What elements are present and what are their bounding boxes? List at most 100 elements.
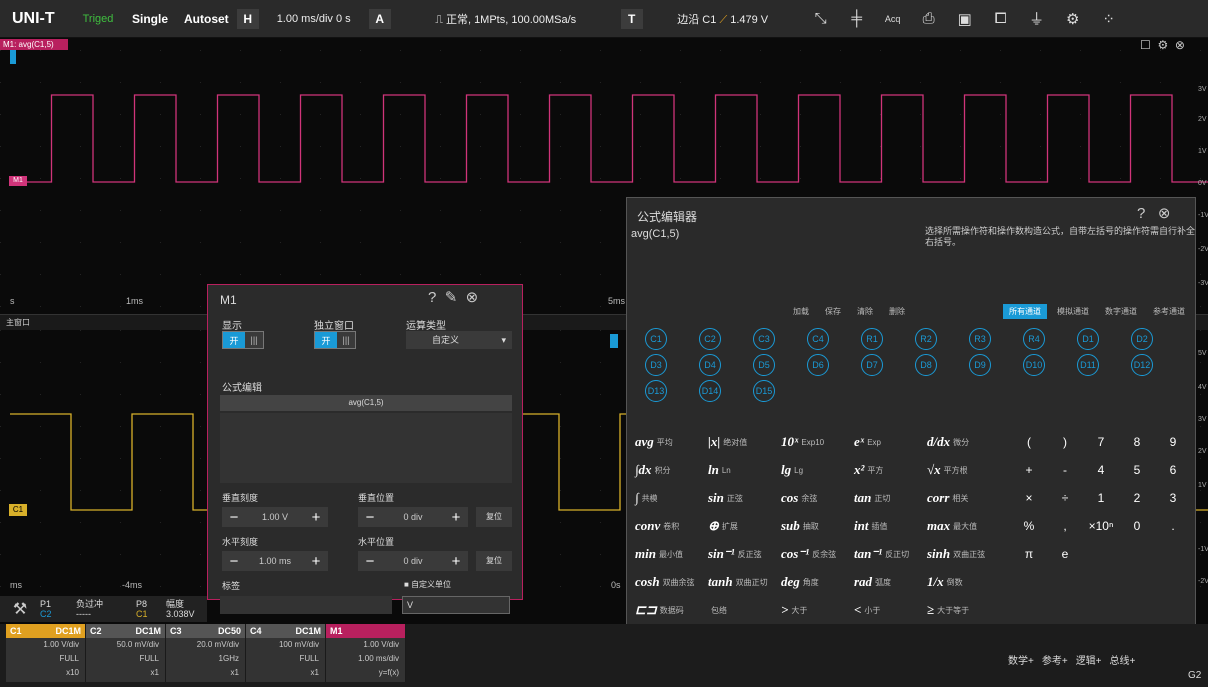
measure-tool-icon[interactable]: ⚒: [0, 599, 40, 619]
channel-box-c3[interactable]: C3 DC50 20.0 mV/div 1GHz x1: [166, 624, 246, 682]
p8-measure[interactable]: P8 C1: [136, 599, 166, 619]
function-button[interactable]: ln Ln: [708, 462, 781, 478]
function-button[interactable]: lg Lg: [781, 462, 854, 478]
keypad-key[interactable]: %: [1011, 519, 1047, 533]
function-button[interactable]: sin⁻¹ 反正弦: [708, 546, 781, 562]
cursor-icon[interactable]: ╪: [839, 0, 875, 38]
minus-button[interactable]: −: [222, 509, 246, 526]
channel-button[interactable]: D10: [1023, 354, 1045, 376]
channel-box-m1[interactable]: M1 1.00 V/div 1.00 ms/div y=f(x): [326, 624, 406, 682]
channel-button[interactable]: C4: [807, 328, 829, 350]
plus-button[interactable]: +: [304, 509, 328, 526]
keypad-key[interactable]: ): [1047, 435, 1083, 449]
function-button[interactable]: avg 平均: [635, 434, 708, 450]
plus-button[interactable]: +: [444, 509, 468, 526]
custom-unit-checkbox[interactable]: ■ 自定义单位: [404, 579, 451, 590]
function-button[interactable]: 1/x 倒数: [927, 574, 1000, 590]
channel-button[interactable]: D11: [1077, 354, 1099, 376]
function-button[interactable]: tan 正切: [854, 490, 927, 506]
keypad-key[interactable]: 6: [1155, 463, 1191, 477]
function-button[interactable]: > 大于: [781, 602, 854, 618]
close-icon[interactable]: ⊗: [466, 289, 479, 306]
channel-button[interactable]: D2: [1131, 328, 1153, 350]
keypad-key[interactable]: ×10ⁿ: [1083, 519, 1119, 533]
keypad-key[interactable]: 2: [1119, 491, 1155, 505]
channel-button[interactable]: D9: [969, 354, 991, 376]
timebase-readout[interactable]: 1.00 ms/div 0 s: [259, 13, 369, 25]
function-button[interactable]: max 最大值: [927, 518, 1000, 534]
acquire-icon[interactable]: Acq: [875, 0, 911, 38]
more-icon[interactable]: ⁘: [1091, 0, 1127, 38]
channel-button[interactable]: D15: [753, 380, 775, 402]
channel-button[interactable]: D1: [1077, 328, 1099, 350]
bottom-menu-item[interactable]: 数学+: [1008, 652, 1034, 667]
function-button[interactable]: cosh 双曲余弦: [635, 574, 708, 590]
keypad-key[interactable]: 7: [1083, 435, 1119, 449]
minus-button[interactable]: −: [222, 553, 246, 570]
autoset-button[interactable]: Autoset: [176, 12, 237, 26]
function-button[interactable]: cos 余弦: [781, 490, 854, 506]
measure-icon[interactable]: ⤡: [803, 0, 839, 38]
minus-button[interactable]: −: [358, 509, 382, 526]
function-button[interactable]: tan⁻¹ 反正切: [854, 546, 927, 562]
function-button[interactable]: sin 正弦: [708, 490, 781, 506]
channel-button[interactable]: D8: [915, 354, 937, 376]
channel-button[interactable]: R1: [861, 328, 883, 350]
editor-action-button[interactable]: 清除: [851, 304, 879, 319]
function-button[interactable]: rad 弧度: [854, 574, 927, 590]
keypad-key[interactable]: 0: [1119, 519, 1155, 533]
function-button[interactable]: deg 角度: [781, 574, 854, 590]
channel-button[interactable]: R4: [1023, 328, 1045, 350]
display-toggle[interactable]: 开 |||: [222, 331, 264, 349]
screenshot-icon[interactable]: ⧠: [983, 0, 1019, 38]
hpos-reset-button[interactable]: 复位: [476, 551, 512, 571]
channel-button[interactable]: D4: [699, 354, 721, 376]
channel-button[interactable]: R2: [915, 328, 937, 350]
keypad-key[interactable]: ×: [1011, 491, 1047, 505]
channel-button[interactable]: D5: [753, 354, 775, 376]
keypad-key[interactable]: (: [1011, 435, 1047, 449]
keypad-key[interactable]: ÷: [1047, 491, 1083, 505]
pin-icon[interactable]: ✎: [445, 289, 458, 306]
channel-button[interactable]: D12: [1131, 354, 1153, 376]
acquire-button[interactable]: A: [368, 8, 391, 29]
keypad-key[interactable]: 4: [1083, 463, 1119, 477]
keypad-key[interactable]: 9: [1155, 435, 1191, 449]
acquisition-readout[interactable]: ⎍ 正常, 1MPts, 100.00MSa/s: [391, 11, 621, 27]
editor-formula-field[interactable]: avg(C1,5): [627, 226, 917, 296]
print-icon[interactable]: ⎙: [911, 0, 947, 38]
keypad-key[interactable]: .: [1155, 519, 1191, 533]
channel-tab[interactable]: 参考通道: [1147, 304, 1191, 319]
function-button[interactable]: corr 相关: [927, 490, 1000, 506]
function-button[interactable]: min 最小值: [635, 546, 708, 562]
save-icon[interactable]: ▣: [947, 0, 983, 38]
vpos-stepper[interactable]: − 0 div +: [358, 507, 468, 527]
single-button[interactable]: Single: [124, 12, 176, 26]
channel-button[interactable]: C2: [699, 328, 721, 350]
keypad-key[interactable]: +: [1011, 463, 1047, 477]
plus-button[interactable]: +: [444, 553, 468, 570]
hscale-stepper[interactable]: − 1.00 ms +: [222, 551, 328, 571]
channel-box-c2[interactable]: C2 DC1M 50.0 mV/div FULL x1: [86, 624, 166, 682]
function-button[interactable]: ⊕ 扩展: [708, 518, 781, 534]
channel-button[interactable]: D7: [861, 354, 883, 376]
trigger-readout[interactable]: 边沿 C1 ⟋ 1.479 V: [643, 11, 803, 27]
function-button[interactable]: x² 平方: [854, 462, 927, 478]
function-button[interactable]: int 插值: [854, 518, 927, 534]
channel-box-c1[interactable]: C1 DC1M 1.00 V/div FULL x10: [6, 624, 86, 682]
channel-button[interactable]: C1: [645, 328, 667, 350]
window-toggle[interactable]: 开 |||: [314, 331, 356, 349]
unit-input[interactable]: V: [402, 596, 510, 614]
channel-tab[interactable]: 模拟通道: [1051, 304, 1095, 319]
function-button[interactable]: eˣ Exp: [854, 434, 927, 450]
bottom-menu-item[interactable]: 参考+: [1042, 652, 1068, 667]
usb-icon[interactable]: ⏚: [1019, 0, 1055, 38]
function-button[interactable]: cos⁻¹ 反余弦: [781, 546, 854, 562]
channel-button[interactable]: D3: [645, 354, 667, 376]
function-button[interactable]: d/dx 微分: [927, 434, 1000, 450]
bottom-menu-item[interactable]: 逻辑+: [1076, 652, 1102, 667]
hpos-stepper[interactable]: − 0 div +: [358, 551, 468, 571]
function-button[interactable]: 10ˣ Exp10: [781, 434, 854, 450]
minus-button[interactable]: −: [358, 553, 382, 570]
vpos-reset-button[interactable]: 复位: [476, 507, 512, 527]
